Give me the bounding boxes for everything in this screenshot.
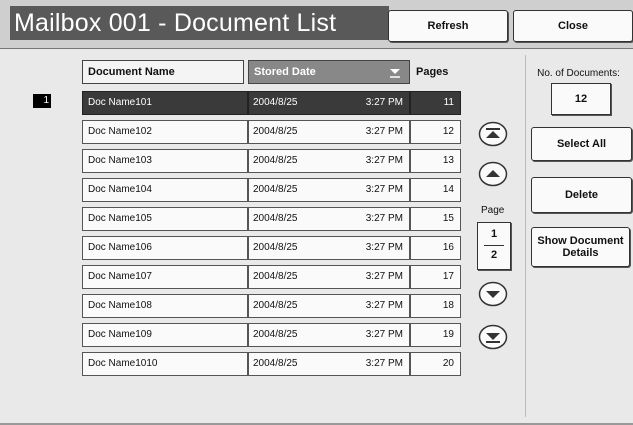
pages-cell: 19: [410, 323, 461, 347]
table-row[interactable]: Doc Name108 2004/8/25 3:27 PM 18: [82, 294, 461, 318]
first-page-button[interactable]: [478, 121, 508, 147]
stored-date-cell: 2004/8/25 3:27 PM: [248, 352, 410, 376]
document-name-cell: Doc Name107: [82, 265, 248, 289]
table-row[interactable]: Doc Name103 2004/8/25 3:27 PM 13: [82, 149, 461, 173]
table-row[interactable]: Doc Name1010 2004/8/25 3:27 PM 20: [82, 352, 461, 376]
stored-time: 3:27 PM: [365, 242, 403, 253]
next-page-button[interactable]: [478, 281, 508, 307]
pages-cell: 17: [410, 265, 461, 289]
page-divider: [484, 245, 504, 246]
delete-button[interactable]: Delete: [531, 177, 632, 213]
first-page-icon: [478, 121, 508, 147]
document-name-cell: Doc Name109: [82, 323, 248, 347]
stored-date-cell: 2004/8/25 3:27 PM: [248, 178, 410, 202]
page-label: Page: [481, 205, 505, 216]
table-row[interactable]: Doc Name107 2004/8/25 3:27 PM 17: [82, 265, 461, 289]
document-name-cell: Doc Name1010: [82, 352, 248, 376]
column-header-label: Stored Date: [254, 66, 316, 78]
pages-cell: 18: [410, 294, 461, 318]
stored-date: 2004/8/25: [253, 126, 298, 137]
pages-cell: 16: [410, 236, 461, 260]
pages-cell: 11: [410, 91, 461, 115]
stored-date-cell: 2004/8/25 3:27 PM: [248, 207, 410, 231]
table-row[interactable]: Doc Name102 2004/8/25 3:27 PM 12: [82, 120, 461, 144]
refresh-button[interactable]: Refresh: [388, 10, 508, 42]
document-name-cell: Doc Name103: [82, 149, 248, 173]
stored-date-cell: 2004/8/25 3:27 PM: [248, 91, 410, 115]
page-title: Mailbox 001 - Document List: [10, 6, 389, 40]
stored-date: 2004/8/25: [253, 271, 298, 282]
column-header-document-name[interactable]: Document Name: [82, 60, 244, 84]
pages-cell: 15: [410, 207, 461, 231]
document-count-label: No. of Documents:: [537, 68, 620, 79]
stored-time: 3:27 PM: [365, 97, 403, 108]
document-name-cell: Doc Name101: [82, 91, 248, 115]
stored-time: 3:27 PM: [365, 358, 403, 369]
chevron-down-icon: [390, 69, 400, 78]
document-name-cell: Doc Name108: [82, 294, 248, 318]
last-page-icon: [478, 324, 508, 350]
stored-time: 3:27 PM: [365, 126, 403, 137]
current-page: 1: [490, 228, 498, 240]
pages-cell: 12: [410, 120, 461, 144]
stored-time: 3:27 PM: [365, 300, 403, 311]
last-page-button[interactable]: [478, 324, 508, 350]
pages-cell: 14: [410, 178, 461, 202]
stored-date-cell: 2004/8/25 3:27 PM: [248, 120, 410, 144]
document-name-cell: Doc Name105: [82, 207, 248, 231]
column-header-pages: Pages: [416, 66, 449, 78]
table-row[interactable]: Doc Name105 2004/8/25 3:27 PM 15: [82, 207, 461, 231]
stored-time: 3:27 PM: [365, 271, 403, 282]
stored-time: 3:27 PM: [365, 329, 403, 340]
stored-date: 2004/8/25: [253, 155, 298, 166]
stored-date: 2004/8/25: [253, 213, 298, 224]
table-row[interactable]: Doc Name106 2004/8/25 3:27 PM 16: [82, 236, 461, 260]
document-name-cell: Doc Name102: [82, 120, 248, 144]
show-document-details-button[interactable]: Show Document Details: [531, 227, 630, 267]
page-indicator: 1 2: [477, 222, 511, 270]
pages-cell: 13: [410, 149, 461, 173]
column-header-label: Document Name: [88, 66, 175, 78]
divider: [525, 55, 526, 417]
stored-time: 3:27 PM: [365, 155, 403, 166]
table-row[interactable]: Doc Name101 2004/8/25 3:27 PM 11: [82, 91, 461, 115]
stored-date: 2004/8/25: [253, 97, 298, 108]
stored-date: 2004/8/25: [253, 358, 298, 369]
document-count: 12: [551, 83, 611, 115]
stored-time: 3:27 PM: [365, 213, 403, 224]
stored-date-cell: 2004/8/25 3:27 PM: [248, 294, 410, 318]
stored-date: 2004/8/25: [253, 184, 298, 195]
table-row[interactable]: Doc Name109 2004/8/25 3:27 PM 19: [82, 323, 461, 347]
stored-date: 2004/8/25: [253, 242, 298, 253]
next-page-icon: [478, 281, 508, 307]
stored-date-cell: 2004/8/25 3:27 PM: [248, 236, 410, 260]
document-name-cell: Doc Name104: [82, 178, 248, 202]
selected-row-number: 1: [33, 94, 51, 108]
previous-page-icon: [478, 161, 508, 187]
stored-date-cell: 2004/8/25 3:27 PM: [248, 323, 410, 347]
stored-date: 2004/8/25: [253, 329, 298, 340]
select-all-button[interactable]: Select All: [531, 127, 632, 161]
stored-date: 2004/8/25: [253, 300, 298, 311]
stored-date-cell: 2004/8/25 3:27 PM: [248, 265, 410, 289]
document-name-cell: Doc Name106: [82, 236, 248, 260]
table-row[interactable]: Doc Name104 2004/8/25 3:27 PM 14: [82, 178, 461, 202]
total-pages: 2: [490, 249, 498, 261]
stored-date-cell: 2004/8/25 3:27 PM: [248, 149, 410, 173]
column-header-stored-date[interactable]: Stored Date: [248, 60, 410, 84]
stored-time: 3:27 PM: [365, 184, 403, 195]
previous-page-button[interactable]: [478, 161, 508, 187]
close-button[interactable]: Close: [513, 10, 633, 42]
pages-cell: 20: [410, 352, 461, 376]
